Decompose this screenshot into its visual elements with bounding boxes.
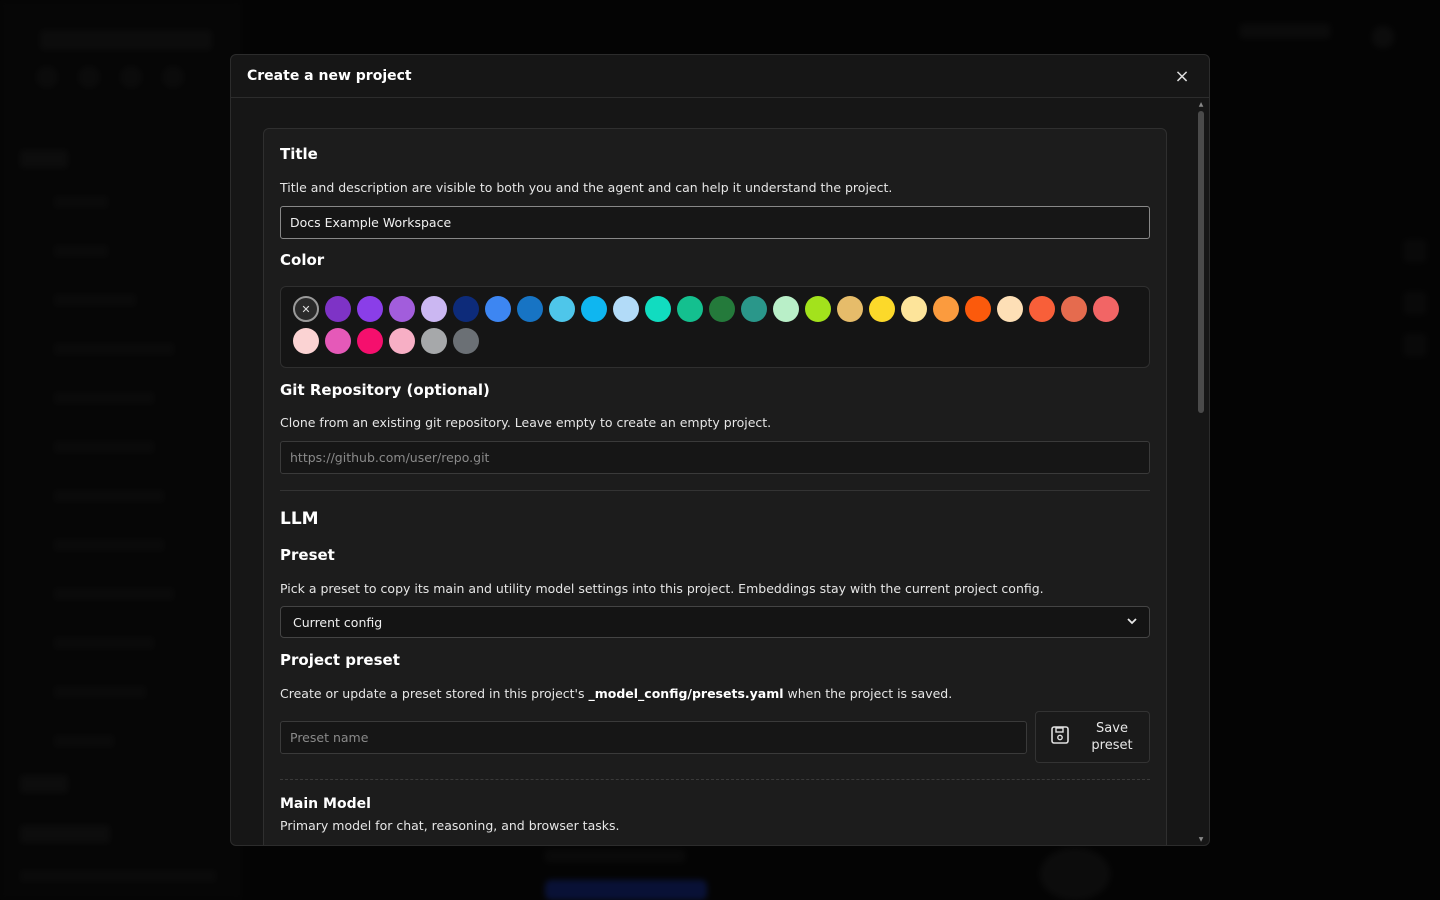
preset-select[interactable]: Current config [280, 606, 1150, 638]
color-swatch[interactable] [293, 328, 319, 354]
section-divider [280, 490, 1150, 491]
dialog-title: Create a new project [247, 68, 412, 84]
scrollbar-thumb[interactable] [1198, 111, 1204, 413]
title-input[interactable] [280, 206, 1150, 239]
color-swatch[interactable] [709, 296, 735, 322]
no-color-swatch[interactable]: ✕ [293, 296, 319, 322]
color-swatch[interactable] [965, 296, 991, 322]
color-swatch[interactable] [421, 328, 447, 354]
dashed-divider [280, 779, 1150, 780]
project-form-card: Title Title and description are visible … [263, 128, 1167, 845]
color-swatch[interactable] [325, 328, 351, 354]
color-swatch[interactable] [485, 296, 511, 322]
color-swatch[interactable] [1061, 296, 1087, 322]
dialog-body: Title Title and description are visible … [231, 99, 1209, 845]
project-preset-description: Create or update a preset stored in this… [280, 686, 953, 701]
color-swatch[interactable] [997, 296, 1023, 322]
color-swatch[interactable] [517, 296, 543, 322]
main-model-heading: Main Model [280, 796, 371, 812]
color-swatch[interactable] [677, 296, 703, 322]
color-swatch[interactable] [357, 328, 383, 354]
preset-heading: Preset [280, 546, 335, 564]
color-swatch[interactable] [901, 296, 927, 322]
color-swatch[interactable] [1093, 296, 1119, 322]
scrollbar[interactable]: ▲ ▼ [1197, 99, 1205, 845]
chevron-down-icon [1127, 617, 1137, 628]
color-swatch[interactable] [837, 296, 863, 322]
title-description: Title and description are visible to bot… [280, 180, 893, 195]
dialog-header: Create a new project × [231, 55, 1209, 98]
color-row: ✕ [293, 296, 1149, 322]
floppy-disk-icon [1050, 725, 1070, 749]
presets-path: _model_config/presets.yaml [588, 686, 784, 701]
color-swatch[interactable] [357, 296, 383, 322]
color-heading: Color [280, 251, 325, 269]
color-swatch[interactable] [645, 296, 671, 322]
git-description: Clone from an existing git repository. L… [280, 415, 772, 430]
save-preset-button[interactable]: Save preset [1035, 711, 1150, 763]
color-swatch[interactable] [421, 296, 447, 322]
color-swatch[interactable] [869, 296, 895, 322]
git-url-input[interactable] [280, 441, 1150, 474]
color-swatch[interactable] [741, 296, 767, 322]
color-swatch[interactable] [325, 296, 351, 322]
color-swatch[interactable] [933, 296, 959, 322]
color-swatch[interactable] [389, 328, 415, 354]
color-swatch[interactable] [773, 296, 799, 322]
save-preset-label: Save preset [1091, 721, 1133, 753]
color-swatch[interactable] [1029, 296, 1055, 322]
color-swatch[interactable] [613, 296, 639, 322]
color-palette: ✕ [280, 286, 1150, 368]
scroll-down-icon[interactable]: ▼ [1197, 836, 1205, 843]
scroll-up-icon[interactable]: ▲ [1197, 101, 1205, 108]
preset-name-input[interactable] [280, 721, 1027, 754]
llm-heading: LLM [280, 509, 319, 529]
color-swatch[interactable] [581, 296, 607, 322]
color-row [293, 328, 1149, 354]
preset-description: Pick a preset to copy its main and utili… [280, 581, 1044, 596]
project-preset-heading: Project preset [280, 651, 400, 669]
color-swatch[interactable] [453, 296, 479, 322]
main-model-description: Primary model for chat, reasoning, and b… [280, 818, 620, 833]
preset-select-value: Current config [293, 614, 383, 630]
create-project-dialog: Create a new project × Title Title and d… [230, 54, 1210, 846]
color-swatch[interactable] [453, 328, 479, 354]
color-swatch[interactable] [549, 296, 575, 322]
close-icon[interactable]: × [1171, 65, 1193, 87]
title-heading: Title [280, 145, 318, 163]
git-heading: Git Repository (optional) [280, 381, 490, 399]
color-swatch[interactable] [805, 296, 831, 322]
color-swatch[interactable] [389, 296, 415, 322]
